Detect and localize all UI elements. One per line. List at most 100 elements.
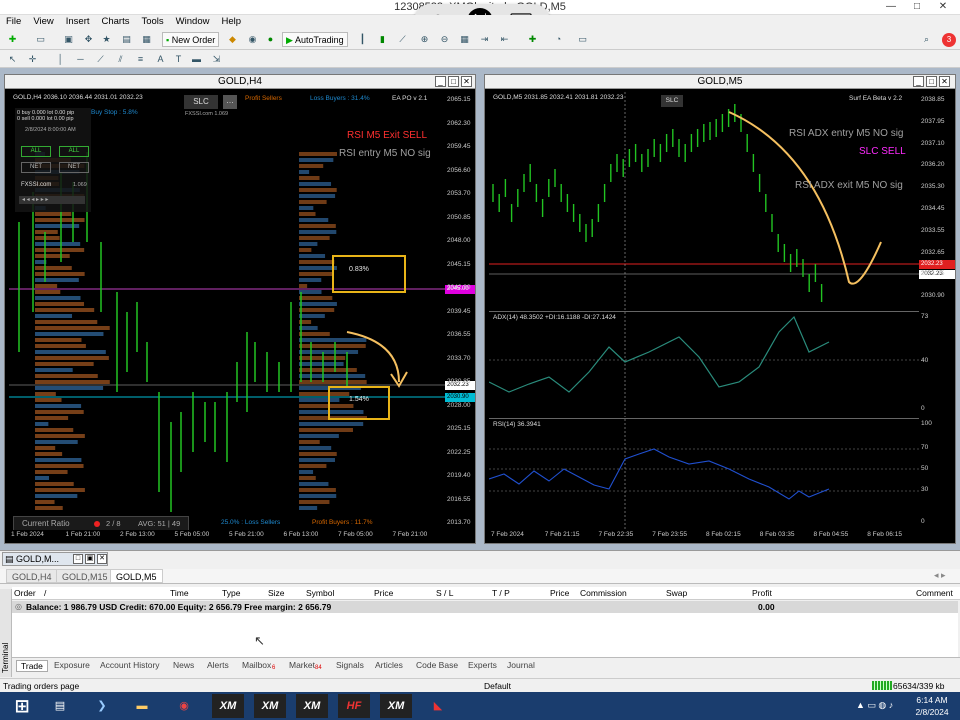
h4-minimize-icon[interactable]: _ bbox=[435, 76, 446, 87]
profiles-icon[interactable]: ▭ bbox=[34, 33, 47, 46]
notification-badge[interactable]: 3 bbox=[942, 33, 956, 47]
line-chart-icon[interactable]: ⟋ bbox=[396, 33, 409, 46]
h4-slc-menu-button[interactable]: … bbox=[223, 95, 237, 109]
panel-all-button-1[interactable]: ALL bbox=[21, 146, 51, 157]
tab-news[interactable]: News bbox=[173, 660, 194, 670]
col-sort[interactable]: / bbox=[44, 588, 46, 598]
zoom-out-icon[interactable]: ⊖ bbox=[438, 33, 451, 46]
terminal-mini-window[interactable]: ▤ GOLD,M... □ ▣ ✕ bbox=[2, 552, 108, 566]
channel-icon[interactable]: ⫽ bbox=[114, 53, 127, 66]
terminal-close-icon[interactable]: ✕ bbox=[97, 554, 107, 564]
col-tp[interactable]: T / P bbox=[492, 588, 510, 598]
menu-tools[interactable]: Tools bbox=[141, 15, 163, 27]
trade-list-area[interactable] bbox=[12, 613, 958, 657]
chart-tab-h4[interactable]: GOLD,H4 bbox=[6, 569, 58, 583]
restore-button[interactable]: □ bbox=[906, 0, 928, 14]
col-size[interactable]: Size bbox=[268, 588, 285, 598]
taskbar-app-xm-3[interactable]: XM bbox=[296, 694, 328, 718]
m5-minimize-icon[interactable]: _ bbox=[913, 76, 924, 87]
menu-window[interactable]: Window bbox=[176, 15, 210, 27]
panel-net-button-1[interactable]: NET bbox=[21, 162, 51, 173]
server-manager-icon[interactable]: ▤ bbox=[44, 694, 76, 718]
tab-mailbox[interactable]: Mailbox bbox=[242, 660, 271, 670]
shapes-icon[interactable]: ▬ bbox=[190, 53, 203, 66]
text-tool-icon[interactable]: A bbox=[154, 53, 167, 66]
col-symbol[interactable]: Symbol bbox=[306, 588, 334, 598]
signals-icon[interactable]: ◉ bbox=[246, 33, 259, 46]
templates-icon[interactable]: ▭ bbox=[576, 33, 589, 46]
metaeditor-icon[interactable]: ◆ bbox=[226, 33, 239, 46]
m5-rsi-plot[interactable]: RSI(14) 36.3941 bbox=[489, 418, 919, 530]
horizontal-line-icon[interactable]: ─ bbox=[74, 53, 87, 66]
h4-maximize-icon[interactable]: □ bbox=[448, 76, 459, 87]
h4-plot[interactable]: GOLD,H4 2036.10 2036.44 2031.01 2032.23 … bbox=[9, 92, 445, 539]
tab-exposure[interactable]: Exposure bbox=[54, 660, 90, 670]
tab-trade[interactable]: Trade bbox=[16, 660, 48, 672]
m5-slc-button[interactable]: SLC bbox=[661, 95, 683, 107]
search-icon[interactable]: ⌕ bbox=[920, 33, 933, 46]
h4-slc-button[interactable]: SLC bbox=[184, 95, 218, 109]
close-button[interactable]: ✕ bbox=[932, 0, 954, 14]
h4-close-icon[interactable]: ✕ bbox=[461, 76, 472, 87]
m5-close-icon[interactable]: ✕ bbox=[939, 76, 950, 87]
tab-experts[interactable]: Experts bbox=[468, 660, 497, 670]
col-profit[interactable]: Profit bbox=[752, 588, 772, 598]
market-watch-icon[interactable]: ▣ bbox=[62, 33, 75, 46]
navigator-icon[interactable]: ★ bbox=[100, 33, 113, 46]
col-sl[interactable]: S / L bbox=[436, 588, 453, 598]
chart-window-h4[interactable]: GOLD,H4 _ □ ✕ GOLD,H4 2036.10 2036.44 20… bbox=[4, 74, 476, 544]
status-traffic[interactable]: 65634/339 kb bbox=[893, 681, 945, 691]
menu-file[interactable]: File bbox=[6, 15, 21, 27]
panel-net-button-2[interactable]: NET bbox=[59, 162, 89, 173]
fibonacci-icon[interactable]: ≡ bbox=[134, 53, 147, 66]
panel-all-button-2[interactable]: ALL bbox=[59, 146, 89, 157]
menu-help[interactable]: Help bbox=[221, 15, 241, 27]
terminal-restore-icon[interactable]: □ bbox=[73, 554, 83, 564]
tab-code-base[interactable]: Code Base bbox=[416, 660, 458, 670]
taskbar-app-hf[interactable]: HF bbox=[338, 694, 370, 718]
col-price[interactable]: Price bbox=[374, 588, 393, 598]
data-window-icon[interactable]: ✥ bbox=[82, 33, 95, 46]
col-type[interactable]: Type bbox=[222, 588, 240, 598]
col-comment[interactable]: Comment bbox=[916, 588, 953, 598]
candle-chart-icon[interactable]: ▮ bbox=[376, 33, 389, 46]
col-order[interactable]: Order bbox=[14, 588, 36, 598]
windows-start-icon[interactable]: ⊞ bbox=[4, 694, 40, 718]
m5-price-plot[interactable]: GOLD,M5 2031.85 2032.41 2031.81 2032.23 … bbox=[489, 92, 919, 310]
zoom-in-icon[interactable]: ⊕ bbox=[418, 33, 431, 46]
file-explorer-icon[interactable]: ▬ bbox=[126, 694, 158, 718]
bar-chart-icon[interactable]: ┃ bbox=[356, 33, 369, 46]
taskbar-app-xm-4[interactable]: XM bbox=[380, 694, 412, 718]
crosshair-icon[interactable]: ✛ bbox=[26, 53, 39, 66]
chart-shift-icon[interactable]: ⇤ bbox=[498, 33, 511, 46]
tile-windows-icon[interactable]: ▦ bbox=[458, 33, 471, 46]
panel-navigation[interactable]: ◂ ◂ ◂ ▸ ▸ ▸ bbox=[19, 196, 85, 204]
new-chart-icon[interactable]: ✚ bbox=[6, 33, 19, 46]
chrome-icon[interactable]: ◉ bbox=[168, 694, 200, 718]
autoscroll-icon[interactable]: ⇥ bbox=[478, 33, 491, 46]
col-price-2[interactable]: Price bbox=[550, 588, 569, 598]
chart-tab-m5[interactable]: GOLD,M5 bbox=[110, 569, 163, 583]
status-profile[interactable]: Default bbox=[484, 681, 511, 691]
tab-articles[interactable]: Articles bbox=[375, 660, 403, 670]
col-commission[interactable]: Commission bbox=[580, 588, 627, 598]
powershell-icon[interactable]: ❯ bbox=[86, 694, 118, 718]
indicators-icon[interactable]: ✚ bbox=[526, 33, 539, 46]
col-time[interactable]: Time bbox=[170, 588, 189, 598]
tab-signals[interactable]: Signals bbox=[336, 660, 364, 670]
terminal-max-icon[interactable]: ▣ bbox=[85, 554, 95, 564]
pdf-app-icon[interactable]: ◣ bbox=[422, 694, 454, 718]
menu-charts[interactable]: Charts bbox=[102, 15, 130, 27]
terminal-icon[interactable]: ▤ bbox=[120, 33, 133, 46]
label-tool-icon[interactable]: T bbox=[172, 53, 185, 66]
taskbar-app-xm-2[interactable]: XM bbox=[254, 694, 286, 718]
chart-window-m5[interactable]: GOLD,M5 _ □ ✕ GOLD,M5 2031.85 2032.41 20… bbox=[484, 74, 956, 544]
periods-icon[interactable]: ◔ bbox=[552, 33, 565, 46]
market-icon[interactable]: ● bbox=[264, 33, 277, 46]
balance-row[interactable]: ◎ Balance: 1 986.79 USD Credit: 670.00 E… bbox=[12, 601, 958, 613]
chart-tab-m15[interactable]: GOLD,M15 bbox=[56, 569, 114, 583]
menu-view[interactable]: View bbox=[33, 15, 53, 27]
tab-alerts[interactable]: Alerts bbox=[207, 660, 229, 670]
col-swap[interactable]: Swap bbox=[666, 588, 687, 598]
taskbar-app-xm-1[interactable]: XM bbox=[212, 694, 244, 718]
